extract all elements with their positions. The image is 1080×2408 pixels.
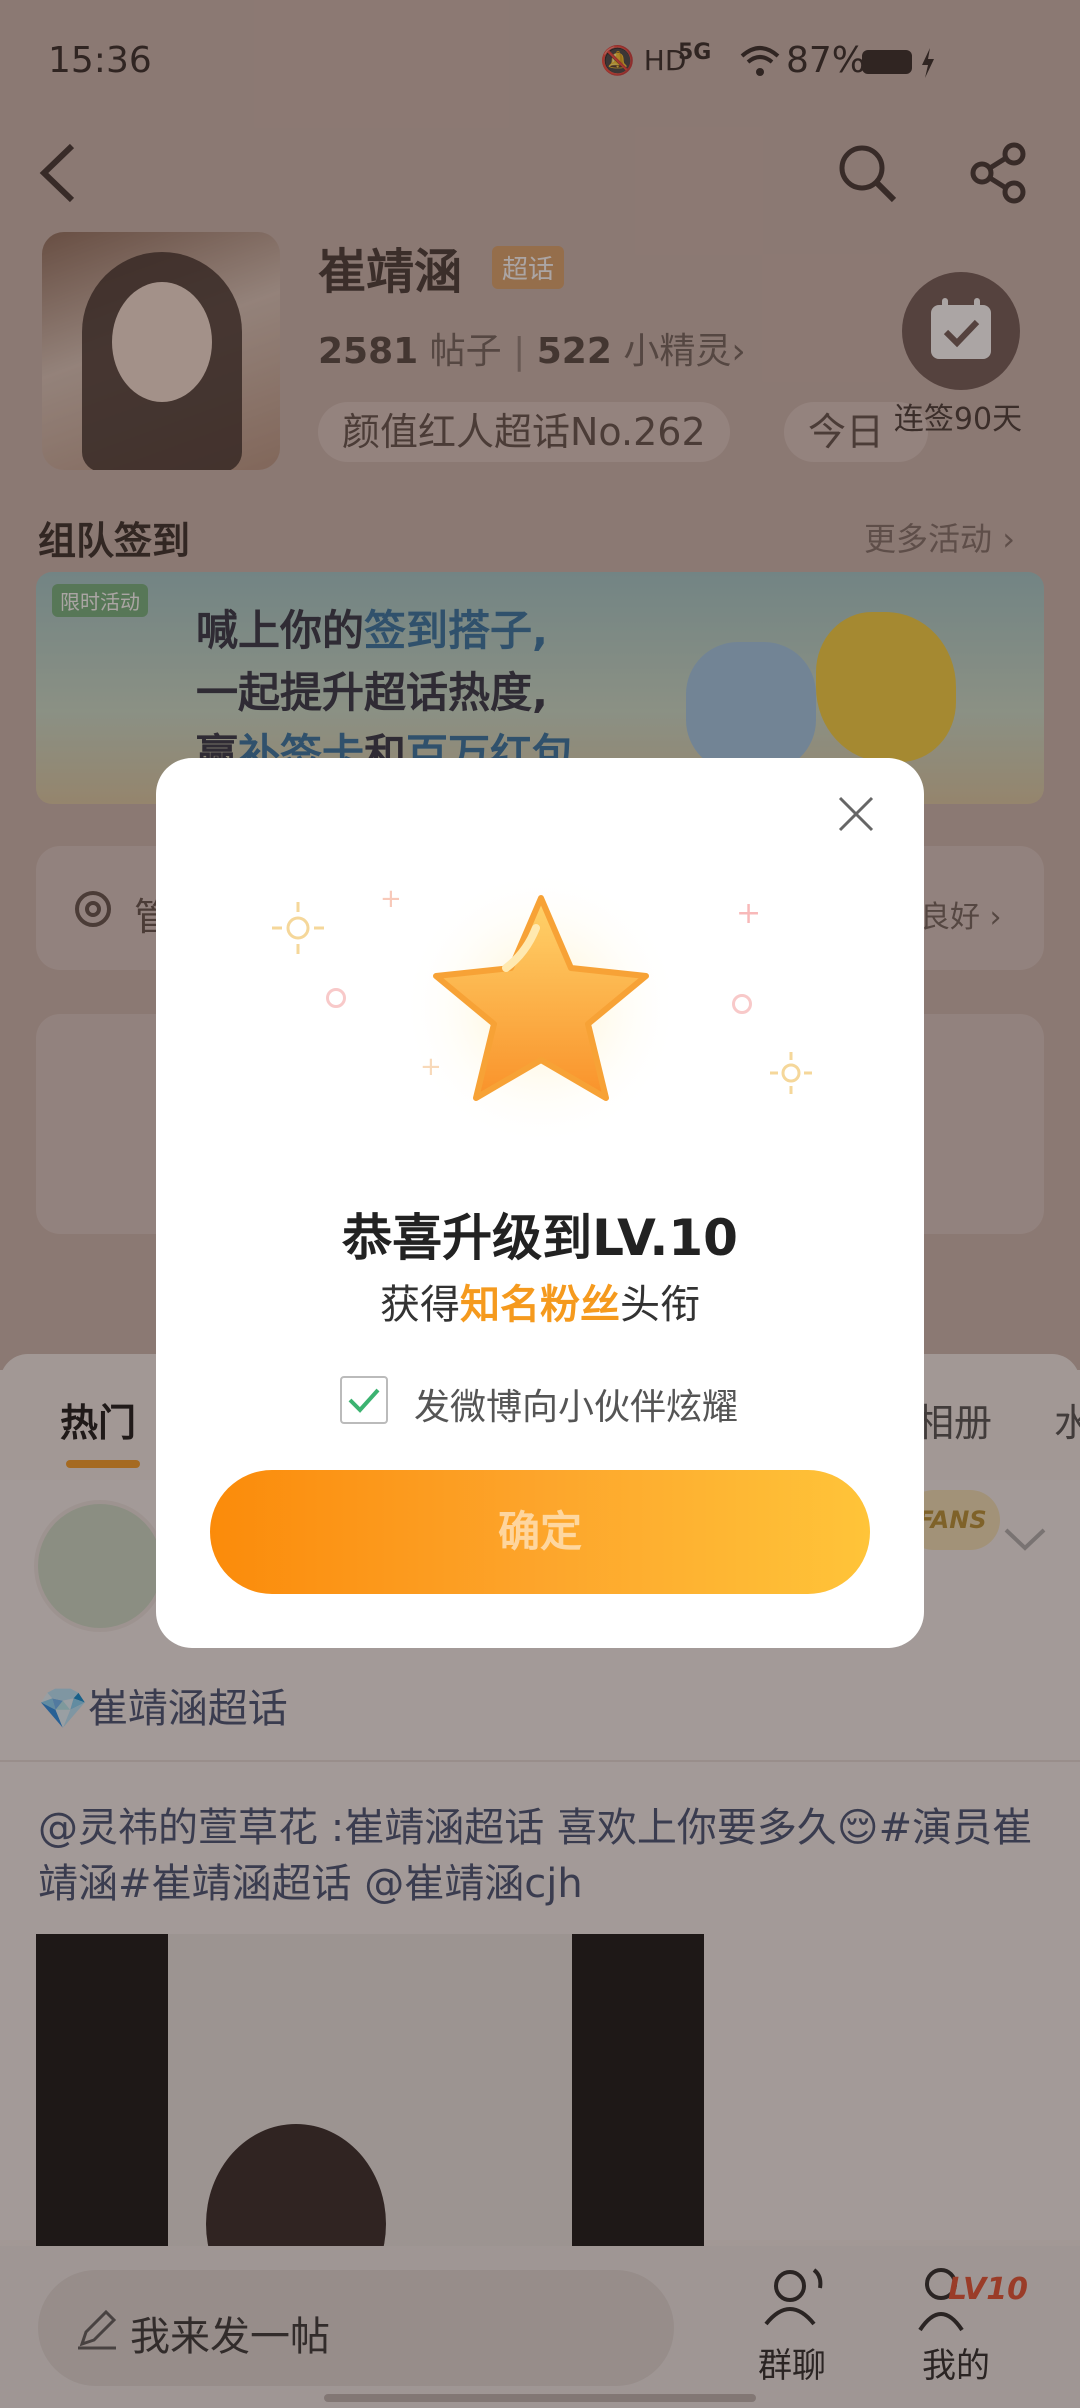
sparkle-icon: +: [736, 896, 762, 931]
sparkle-icon: +: [420, 1052, 442, 1082]
sparkle-icon: [766, 1048, 816, 1102]
dialog-title: 恭喜升级到LV.10: [342, 1209, 738, 1267]
dialog-subtitle: 获得知名粉丝头衔: [380, 1282, 700, 1328]
dot-icon: [732, 994, 752, 1014]
sparkle-icon: [268, 898, 328, 962]
close-icon[interactable]: [832, 790, 880, 838]
share-checkbox-label[interactable]: 发微博向小伙伴炫耀: [414, 1378, 738, 1430]
title-highlight: 知名粉丝: [460, 1282, 620, 1328]
confirm-button[interactable]: 确定: [210, 1470, 870, 1594]
star-icon: [376, 858, 706, 1158]
level-up-dialog: + + + 恭喜升级到LV.10 获得知名粉丝头衔 发微博向小伙伴炫耀 确定: [156, 758, 924, 1648]
dot-icon: [326, 988, 346, 1008]
sparkle-icon: +: [380, 884, 402, 914]
checkmark-icon: [348, 1388, 380, 1413]
share-checkbox[interactable]: [340, 1376, 388, 1424]
confirm-button-label: 确定: [497, 1507, 582, 1556]
